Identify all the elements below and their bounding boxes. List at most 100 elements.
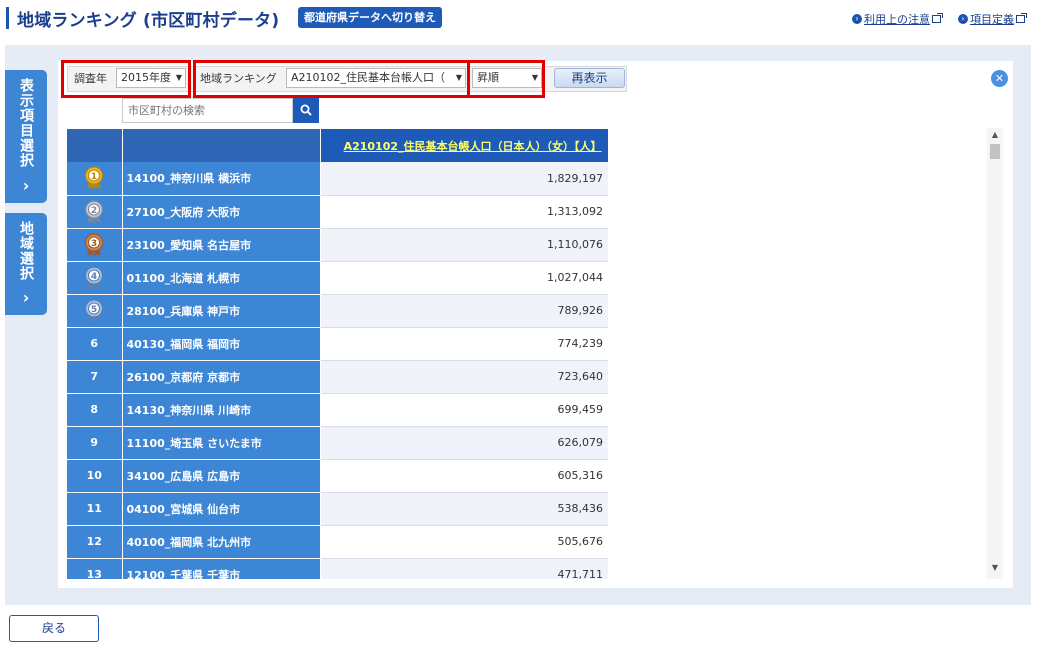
arrow-circle-icon: › xyxy=(958,14,968,24)
search-icon xyxy=(300,104,312,116)
region-name-cell: 34100_広島県 広島市 xyxy=(122,459,321,493)
rank-cell: 6 xyxy=(67,327,123,361)
svg-text:2: 2 xyxy=(91,206,97,216)
item-definition-link[interactable]: › 項目定義 xyxy=(958,11,1027,27)
back-button[interactable]: 戻る xyxy=(9,615,99,642)
table-row: 7 26100_京都府 京都市 723,640 xyxy=(67,360,608,394)
usage-notes-label: 利用上の注意 xyxy=(864,13,930,26)
sort-order-select[interactable]: 昇順 xyxy=(472,68,542,88)
value-cell: 626,079 xyxy=(320,426,608,460)
year-label: 調査年 xyxy=(74,72,107,85)
rank-medal-icon: 1 xyxy=(83,166,105,191)
region-name-cell: 11100_埼玉県 さいたま市 xyxy=(122,426,321,460)
scroll-down-arrow-icon[interactable]: ▼ xyxy=(987,563,1003,577)
value-cell: 1,313,092 xyxy=(320,195,608,229)
region-name-cell: 04100_宮城県 仙台市 xyxy=(122,492,321,526)
value-cell: 605,316 xyxy=(320,459,608,493)
value-column-header[interactable]: A210102_住民基本台帳人口（日本人）（女）【人】 xyxy=(320,129,608,162)
svg-text:4: 4 xyxy=(91,272,97,282)
region-name-cell: 23100_愛知県 名古屋市 xyxy=(122,228,321,262)
rank-cell: 13 xyxy=(67,558,123,579)
rank-medal-icon: 4 xyxy=(83,265,105,290)
external-window-icon xyxy=(1016,13,1027,23)
rank-medal-icon: 3 xyxy=(83,232,105,257)
switch-prefecture-button[interactable]: 都道府県データへ切り替え xyxy=(298,7,442,28)
svg-text:1: 1 xyxy=(91,172,97,182)
rank-cell: 9 xyxy=(67,426,123,460)
value-cell: 1,829,197 xyxy=(320,162,608,196)
table-row: 8 14130_神奈川県 川崎市 699,459 xyxy=(67,393,608,427)
table-row: 11 04100_宮城県 仙台市 538,436 xyxy=(67,492,608,526)
value-cell: 1,110,076 xyxy=(320,228,608,262)
region-name-cell: 27100_大阪府 大阪市 xyxy=(122,195,321,229)
ranking-label: 地域ランキング xyxy=(200,72,277,85)
table-scrollbar[interactable]: ▲ ▼ xyxy=(987,128,1003,579)
region-name-cell: 01100_北海道 札幌市 xyxy=(122,261,321,295)
region-name-cell: 14100_神奈川県 横浜市 xyxy=(122,162,321,196)
table-row: 6 40130_福岡県 福岡市 774,239 xyxy=(67,327,608,361)
svg-text:5: 5 xyxy=(91,305,97,315)
display-items-tab-label: 表示項目選択 xyxy=(18,78,34,168)
ranking-item-select[interactable]: A210102_住民基本台帳人口（ xyxy=(286,68,466,88)
chevron-right-icon: › xyxy=(22,288,30,307)
table-row: 10 34100_広島県 広島市 605,316 xyxy=(67,459,608,493)
region-name-cell: 40100_福岡県 北九州市 xyxy=(122,525,321,559)
page-title: 地域ランキング (市区町村データ) xyxy=(17,11,280,31)
table-row: 1 14100_神奈川県 横浜市 1,829,197 xyxy=(67,162,608,196)
search-button[interactable] xyxy=(293,98,319,123)
value-cell: 505,676 xyxy=(320,525,608,559)
rank-cell: 10 xyxy=(67,459,123,493)
item-definition-label: 項目定義 xyxy=(970,13,1014,26)
municipality-search-input[interactable] xyxy=(122,98,293,123)
ranking-table-container: A210102_住民基本台帳人口（日本人）（女）【人】 1 14100_神奈川県 … xyxy=(67,129,608,579)
region-name-cell: 12100_千葉県 千葉市 xyxy=(122,558,321,579)
region-name-cell: 28100_兵庫県 神戸市 xyxy=(122,294,321,328)
value-cell: 789,926 xyxy=(320,294,608,328)
table-row: 5 28100_兵庫県 神戸市 789,926 xyxy=(67,294,608,328)
table-row: 12 40100_福岡県 北九州市 505,676 xyxy=(67,525,608,559)
rank-cell: 4 xyxy=(67,261,123,295)
rank-cell: 8 xyxy=(67,393,123,427)
value-cell: 774,239 xyxy=(320,327,608,361)
title-bar: 地域ランキング (市区町村データ) 都道府県データへ切り替え › 利用上の注意 … xyxy=(0,0,1037,36)
table-row: 4 01100_北海道 札幌市 1,027,044 xyxy=(67,261,608,295)
value-cell: 471,711 xyxy=(320,558,608,579)
region-header xyxy=(122,129,321,162)
value-cell: 538,436 xyxy=(320,492,608,526)
arrow-circle-icon: › xyxy=(852,14,862,24)
svg-text:3: 3 xyxy=(91,239,97,249)
rank-cell: 3 xyxy=(67,228,123,262)
table-header-row: A210102_住民基本台帳人口（日本人）（女）【人】 xyxy=(67,129,608,162)
ranking-table: A210102_住民基本台帳人口（日本人）（女）【人】 1 14100_神奈川県 … xyxy=(67,129,608,579)
display-items-tab[interactable]: 表示項目選択 › xyxy=(5,70,47,203)
rank-medal-icon: 2 xyxy=(83,199,105,224)
region-name-cell: 40130_福岡県 福岡市 xyxy=(122,327,321,361)
value-cell: 723,640 xyxy=(320,360,608,394)
table-row: 13 12100_千葉県 千葉市 471,711 xyxy=(67,558,608,579)
rank-cell: 1 xyxy=(67,162,123,196)
rank-medal-icon: 5 xyxy=(83,298,105,323)
rank-cell: 2 xyxy=(67,195,123,229)
rank-cell: 12 xyxy=(67,525,123,559)
scroll-thumb[interactable] xyxy=(990,144,1000,159)
value-cell: 699,459 xyxy=(320,393,608,427)
rank-cell: 5 xyxy=(67,294,123,328)
table-row: 9 11100_埼玉県 さいたま市 626,079 xyxy=(67,426,608,460)
region-name-cell: 14130_神奈川県 川崎市 xyxy=(122,393,321,427)
title-accent xyxy=(6,7,9,29)
table-row: 3 23100_愛知県 名古屋市 1,110,076 xyxy=(67,228,608,262)
expand-icon[interactable]: ✕ xyxy=(991,70,1008,87)
external-window-icon xyxy=(932,13,943,23)
rank-cell: 7 xyxy=(67,360,123,394)
year-select[interactable]: 2015年度 xyxy=(116,68,186,88)
chevron-right-icon: › xyxy=(22,176,30,195)
refresh-button[interactable]: 再表示 xyxy=(554,68,625,88)
usage-notes-link[interactable]: › 利用上の注意 xyxy=(852,11,943,27)
scroll-up-arrow-icon[interactable]: ▲ xyxy=(987,130,1003,144)
region-select-tab-label: 地域選択 xyxy=(18,221,34,281)
region-select-tab[interactable]: 地域選択 › xyxy=(5,213,47,315)
table-row: 2 27100_大阪府 大阪市 1,313,092 xyxy=(67,195,608,229)
value-cell: 1,027,044 xyxy=(320,261,608,295)
region-name-cell: 26100_京都府 京都市 xyxy=(122,360,321,394)
rank-cell: 11 xyxy=(67,492,123,526)
